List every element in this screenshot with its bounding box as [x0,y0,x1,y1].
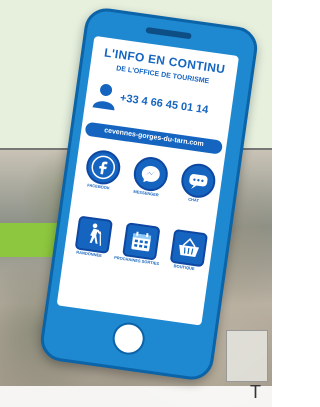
home-button[interactable] [110,320,147,357]
tile-chat[interactable]: CHAT [172,161,218,220]
calendar-icon [122,222,161,261]
tile-messenger[interactable]: MESSENGER [125,154,170,213]
speaker-slot [145,26,192,40]
partial-letter: T [250,382,261,402]
tile-hiking[interactable]: RANDONNEE [68,215,113,274]
tile-shop[interactable]: BOUTIQUE [163,228,209,287]
green-accent-band [0,223,58,257]
tile-calendar[interactable]: PROCHAINES SORTIES [114,222,161,281]
hiker-icon [74,215,113,254]
chat-icon [179,161,218,200]
bottom-strip [0,386,272,407]
messenger-icon [131,154,170,194]
phone-screen: L'INFO EN CONTINU DE L'OFFICE DE TOURISM… [56,35,240,326]
person-icon [92,84,115,111]
facebook-icon [84,148,123,187]
background-sign [226,330,268,382]
phone-number[interactable]: +33 4 66 45 01 14 [119,92,209,116]
basket-icon [169,228,209,268]
tile-facebook[interactable]: FACEBOOK [77,148,123,207]
